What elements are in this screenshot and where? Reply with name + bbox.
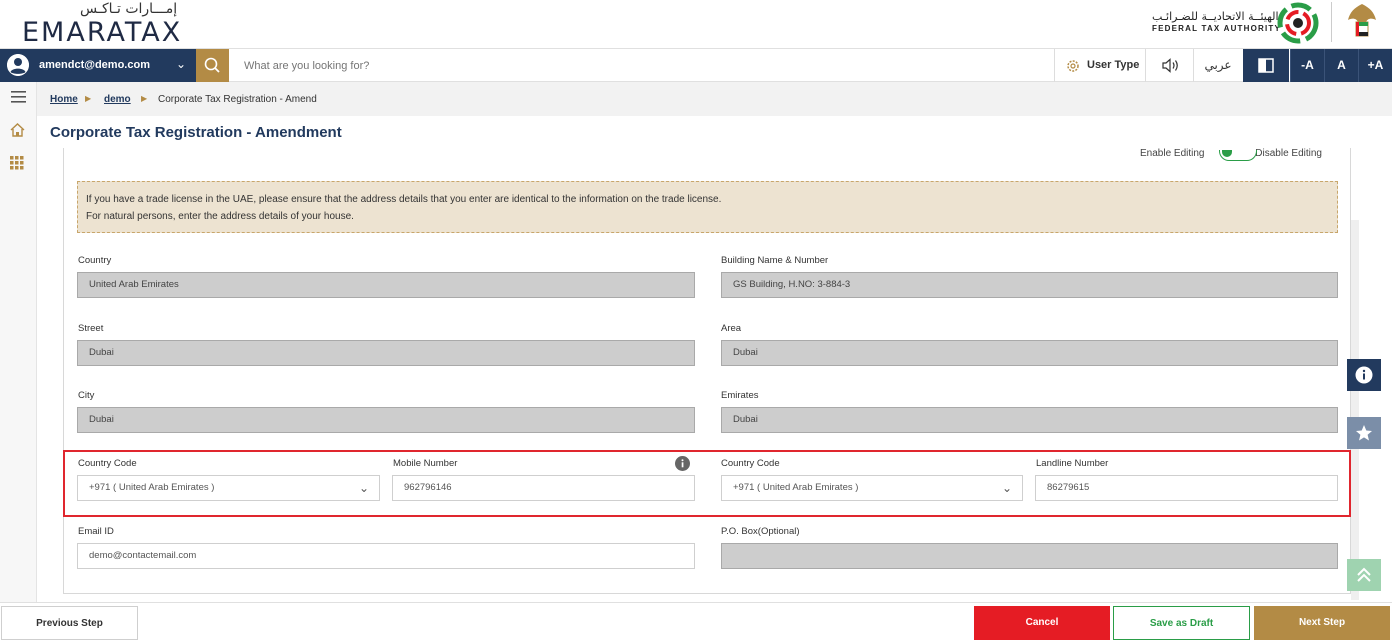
apps-grid-icon[interactable] (10, 156, 24, 170)
brand-divider (1331, 2, 1332, 42)
trade-license-notice: If you have a trade license in the UAE, … (77, 181, 1338, 233)
landline-country-code-label: Country Code (721, 458, 780, 469)
landline-country-code-select[interactable]: +971 ( United Arab Emirates ) ⌄ (721, 475, 1023, 501)
street-field: Dubai (77, 340, 695, 366)
user-menu[interactable]: amendct@demo.com ⌄ (0, 49, 196, 82)
city-field: Dubai (77, 407, 695, 433)
info-icon[interactable] (675, 456, 690, 471)
speaker-icon (1162, 58, 1178, 73)
brand-header: إمـــارات تـاكـس EMARATAX الهيئــة الاتح… (0, 0, 1392, 48)
user-type-label: User Type (1087, 59, 1140, 71)
cancel-button[interactable]: Cancel (974, 606, 1110, 640)
breadcrumb-separator-icon: ▶ (141, 94, 148, 103)
emaratax-logo[interactable]: EMARATAX (22, 17, 182, 48)
street-label: Street (78, 323, 104, 334)
chevron-down-icon: ⌄ (176, 57, 187, 71)
landline-number-input[interactable]: 86279615 (1035, 475, 1338, 501)
user-type-button[interactable]: User Type (1054, 49, 1146, 82)
chevron-down-icon: ⌄ (1001, 481, 1012, 495)
email-label: Email ID (78, 526, 114, 537)
po-box-label: P.O. Box(Optional) (721, 526, 800, 537)
country-label: Country (78, 255, 112, 266)
search-icon (204, 57, 220, 73)
mobile-number-input[interactable]: 962796146 (392, 475, 695, 501)
mobile-country-code-label: Country Code (78, 458, 137, 469)
building-field: GS Building, H.NO: 3-884-3 (721, 272, 1338, 298)
uae-emblem-icon (1348, 4, 1376, 37)
text-to-speech-button[interactable] (1146, 49, 1194, 82)
language-toggle[interactable]: عربي (1194, 49, 1242, 82)
info-icon (1355, 366, 1373, 384)
home-icon[interactable] (10, 123, 25, 137)
notice-line-1: If you have a trade license in the UAE, … (86, 194, 722, 205)
building-label: Building Name & Number (721, 255, 829, 266)
contrast-toggle[interactable] (1243, 49, 1289, 82)
enable-editing-label: Enable Editing (1140, 148, 1205, 159)
font-decrease-button[interactable]: -A (1290, 49, 1324, 82)
landline-country-code-value: +971 ( United Arab Emirates ) (733, 482, 859, 493)
double-chevron-up-icon (1357, 567, 1371, 582)
landline-number-label: Landline Number (1036, 458, 1109, 469)
email-input[interactable]: demo@contactemail.com (77, 543, 695, 569)
breadcrumb-current: Corporate Tax Registration - Amend (158, 94, 317, 105)
save-draft-button[interactable]: Save as Draft (1113, 606, 1250, 640)
star-icon (1356, 425, 1372, 441)
previous-step-button[interactable]: Previous Step (1, 606, 138, 640)
font-normal-button[interactable]: A (1324, 49, 1358, 82)
fta-name-english: FEDERAL TAX AUTHORITY (1152, 24, 1282, 33)
search-button[interactable] (196, 49, 229, 82)
po-box-field (721, 543, 1338, 569)
hamburger-menu-icon[interactable] (11, 91, 26, 103)
mobile-country-code-value: +971 ( United Arab Emirates ) (89, 482, 215, 493)
city-label: City (78, 390, 95, 401)
emaratax-logo-arabic: إمـــارات تـاكـس (80, 1, 178, 17)
emirates-field: Dubai (721, 407, 1338, 433)
left-rail (0, 82, 37, 602)
scroll-to-top-button[interactable] (1347, 559, 1381, 591)
next-step-button[interactable]: Next Step (1254, 606, 1390, 640)
country-field: United Arab Emirates (77, 272, 695, 298)
fta-name-arabic: الهيئــة الاتحاديــة للضـرائـب (1152, 10, 1279, 23)
breadcrumb: Home ▶ demo ▶ Corporate Tax Registration… (37, 82, 1392, 116)
area-label: Area (721, 323, 742, 334)
contrast-icon (1258, 58, 1274, 73)
info-panel-button[interactable] (1347, 359, 1381, 391)
chevron-down-icon: ⌄ (358, 481, 369, 495)
breadcrumb-home[interactable]: Home (50, 94, 78, 105)
scrollbar[interactable] (1351, 220, 1359, 600)
breadcrumb-separator-icon: ▶ (85, 94, 92, 103)
top-navbar: amendct@demo.com ⌄ User Type عربي -A A +… (0, 48, 1392, 82)
page-title: Corporate Tax Registration - Amendment (50, 124, 342, 141)
emirates-label: Emirates (721, 390, 759, 401)
search-input[interactable] (232, 51, 1032, 80)
area-field: Dubai (721, 340, 1338, 366)
font-increase-button[interactable]: +A (1358, 49, 1392, 82)
mobile-country-code-select[interactable]: +971 ( United Arab Emirates ) ⌄ (77, 475, 380, 501)
fta-logo-icon (1277, 2, 1319, 44)
user-email: amendct@demo.com (39, 59, 150, 71)
mobile-number-label: Mobile Number (393, 458, 458, 469)
breadcrumb-demo[interactable]: demo (104, 94, 131, 105)
gear-icon (1067, 60, 1079, 72)
user-avatar-icon (7, 54, 29, 76)
notice-line-2: For natural persons, enter the address d… (86, 211, 354, 222)
favorites-button[interactable] (1347, 417, 1381, 449)
footer-actions: Previous Step Cancel Save as Draft Next … (0, 602, 1392, 643)
disable-editing-label: Disable Editing (1255, 148, 1322, 159)
